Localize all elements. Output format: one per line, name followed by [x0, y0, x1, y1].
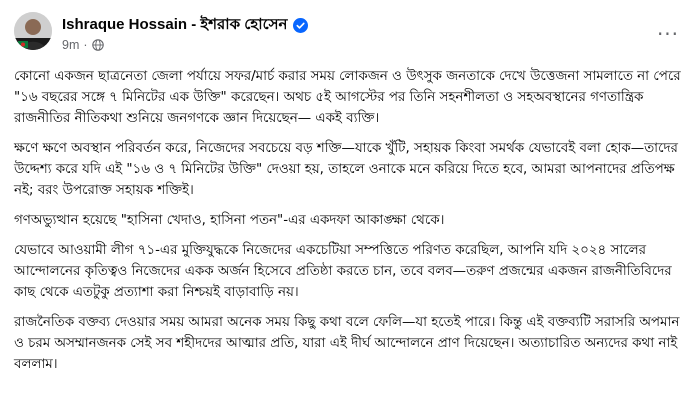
- post-text: কোনো একজন ছাত্রনেতা জেলা পর্যায়ে সফর/মা…: [14, 66, 690, 384]
- author-line: Ishraque Hossain - ইশরাক হোসেন: [62, 13, 308, 38]
- post-paragraph: কোনো একজন ছাত্রনেতা জেলা পর্যায়ে সফর/মা…: [14, 69, 681, 126]
- verified-badge-icon: [292, 18, 308, 33]
- avatar[interactable]: [14, 12, 52, 50]
- avatar-photo: [14, 12, 52, 50]
- post-header: Ishraque Hossain - ইশরাক হোসেন 9m · ···: [0, 0, 700, 62]
- author-name[interactable]: Ishraque Hossain - ইশরাক হোসেন: [62, 13, 288, 38]
- post-paragraph: যেভাবে আওয়ামী লীগ ৭১-এর মুক্তিযুদ্ধকে ন…: [14, 243, 672, 300]
- post-timestamp[interactable]: 9m: [62, 38, 79, 52]
- post-meta: 9m ·: [62, 38, 104, 52]
- post-paragraph: ক্ষণে ক্ষণে অবস্থান পরিবর্তন করে, নিজেদে…: [14, 141, 678, 198]
- post-paragraph: রাজনৈতিক বক্তব্য দেওয়ার সময় আমরা অনেক …: [14, 315, 680, 372]
- more-options-icon[interactable]: ···: [650, 16, 686, 52]
- post-paragraph: গণঅভ্যুত্থান হয়েছে "হাসিনা খেদাও, হাসিন…: [14, 213, 445, 228]
- meta-separator: ·: [83, 38, 88, 52]
- globe-icon: [91, 39, 104, 51]
